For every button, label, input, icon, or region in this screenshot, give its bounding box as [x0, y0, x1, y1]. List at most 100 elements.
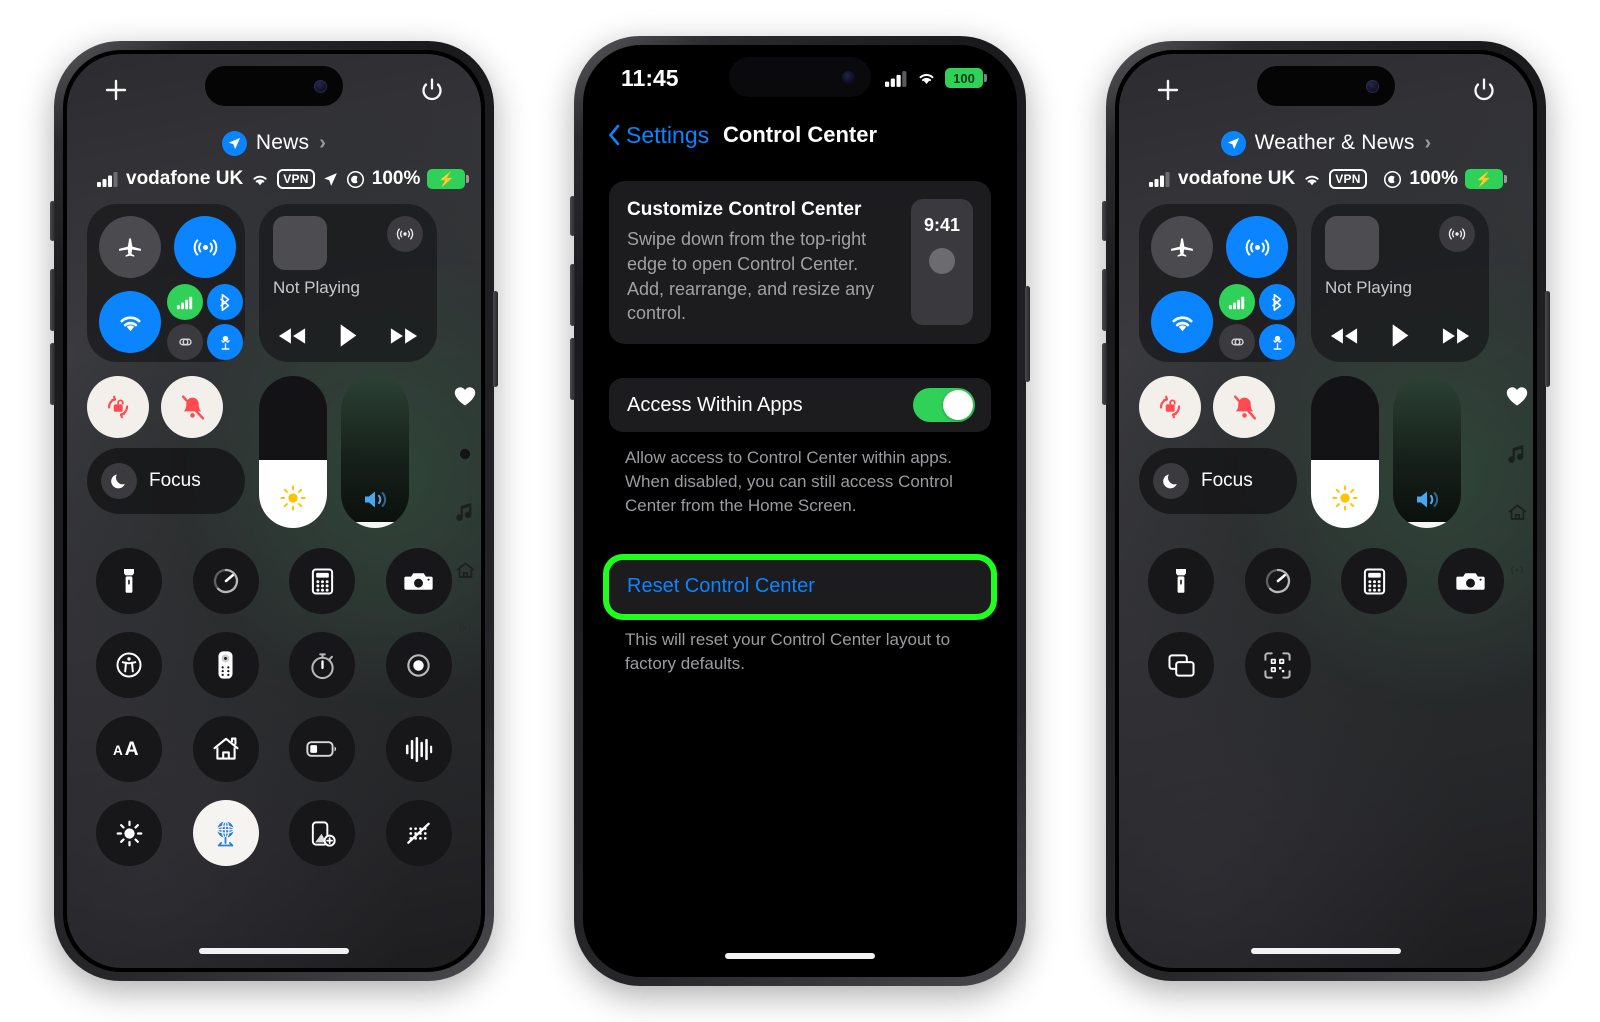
page-home[interactable] [1505, 500, 1529, 524]
focus-status-banner[interactable]: Weather & News › [1139, 126, 1513, 160]
calculator-button[interactable] [289, 548, 356, 614]
cc-sliders [259, 376, 409, 528]
timer-button[interactable] [1244, 548, 1311, 614]
home-indicator[interactable] [725, 953, 875, 959]
media-transport [273, 321, 423, 350]
camera-button[interactable] [1437, 548, 1504, 614]
page-favorites[interactable] [453, 384, 477, 408]
calculator-button[interactable] [1341, 548, 1408, 614]
airplay-icon[interactable] [387, 216, 423, 252]
brightness-slider[interactable] [1311, 376, 1379, 528]
phone-screen-right: Weather & News › vodafone UK VPN 100% ⚡ … [1119, 54, 1533, 968]
volume-down-button[interactable] [570, 338, 575, 400]
settings-control-center-screen: 11:45 100 Settings Control Center Custom… [587, 49, 1013, 973]
page-broadcast[interactable] [1505, 558, 1529, 582]
fast-forward-icon[interactable] [1439, 324, 1473, 348]
silent-mode-toggle[interactable] [1213, 376, 1275, 438]
page-home[interactable] [453, 558, 477, 582]
fast-forward-icon[interactable] [387, 324, 421, 348]
bluetooth-toggle[interactable] [1259, 284, 1295, 320]
wifi-toggle[interactable] [1151, 291, 1213, 353]
cellular-data-toggle[interactable] [167, 284, 203, 320]
page-broadcast[interactable] [453, 616, 477, 640]
wifi-toggle[interactable] [99, 291, 161, 353]
airdrop-toggle[interactable] [174, 216, 236, 278]
stopwatch-button[interactable] [289, 632, 356, 698]
play-icon[interactable] [1388, 321, 1413, 350]
add-control-button[interactable] [1153, 75, 1183, 105]
timer-button[interactable] [192, 548, 259, 614]
rewind-icon[interactable] [275, 324, 309, 348]
bluetooth-toggle[interactable] [207, 284, 243, 320]
cc-icon-grid-right [1139, 548, 1513, 698]
customize-control-center-card: Customize Control Center Swipe down from… [609, 181, 991, 345]
satellite-toggle[interactable] [207, 324, 243, 360]
rotation-lock-toggle[interactable] [1139, 376, 1201, 438]
now-playing-status: Not Playing [1325, 278, 1412, 297]
accessibility-button[interactable] [96, 632, 163, 698]
personal-hotspot-toggle[interactable] [167, 324, 203, 360]
apple-tv-remote-button[interactable] [192, 632, 259, 698]
vpn-button[interactable] [192, 800, 259, 866]
side-power-button[interactable] [493, 291, 498, 387]
satellite-toggle[interactable] [1259, 324, 1295, 360]
phone-middle: 11:45 100 Settings Control Center Custom… [570, 36, 1030, 986]
screen-mirroring-add-button[interactable] [289, 800, 356, 866]
navigation-bar: Settings Control Center [587, 107, 1013, 163]
dark-mode-button[interactable] [96, 800, 163, 866]
focus-status-banner[interactable]: News › [87, 126, 461, 160]
airplay-icon[interactable] [1439, 216, 1475, 252]
reset-control-center-label[interactable]: Reset Control Center [627, 575, 815, 598]
sound-recognition-button[interactable] [385, 716, 452, 782]
access-within-apps-row[interactable]: Access Within Apps [609, 378, 991, 433]
code-scanner-button[interactable] [1244, 632, 1311, 698]
camera-button[interactable] [385, 548, 452, 614]
play-icon[interactable] [336, 321, 361, 350]
home-button[interactable] [192, 716, 259, 782]
mute-switch[interactable] [50, 201, 55, 241]
screen-record-button[interactable] [385, 632, 452, 698]
reset-control-center-row[interactable]: Reset Control Center [603, 553, 997, 620]
volume-up-button[interactable] [50, 269, 55, 331]
volume-slider[interactable] [1393, 376, 1461, 528]
volume-down-button[interactable] [50, 343, 55, 405]
low-power-mode-button[interactable] [289, 716, 356, 782]
page-favorites[interactable] [1505, 384, 1529, 408]
rotation-lock-toggle[interactable] [87, 376, 149, 438]
silent-mode-toggle[interactable] [161, 376, 223, 438]
volume-slider[interactable] [341, 376, 409, 528]
page-connectivity[interactable] [453, 442, 477, 466]
power-off-button[interactable] [1469, 75, 1499, 105]
side-power-button[interactable] [1025, 286, 1030, 382]
home-indicator[interactable] [1251, 948, 1401, 954]
screen-mirroring-button[interactable] [1148, 632, 1215, 698]
airplane-mode-toggle[interactable] [99, 216, 161, 278]
power-off-button[interactable] [417, 75, 447, 105]
airplane-mode-toggle[interactable] [1151, 216, 1213, 278]
airdrop-toggle[interactable] [1226, 216, 1288, 278]
page-media[interactable] [1505, 442, 1529, 466]
personal-hotspot-toggle[interactable] [1219, 324, 1255, 360]
focus-label: Focus [149, 470, 201, 491]
access-within-apps-switch[interactable] [913, 388, 975, 423]
add-control-button[interactable] [101, 75, 131, 105]
side-power-button[interactable] [1545, 291, 1550, 387]
brightness-slider[interactable] [259, 376, 327, 528]
focus-toggle[interactable]: Focus [1139, 448, 1297, 514]
mute-switch[interactable] [1102, 201, 1107, 241]
flashlight-button[interactable] [96, 548, 163, 614]
cellular-data-toggle[interactable] [1219, 284, 1255, 320]
volume-down-button[interactable] [1102, 343, 1107, 405]
focus-toggle[interactable]: Focus [87, 448, 245, 514]
rewind-icon[interactable] [1327, 324, 1361, 348]
live-text-button[interactable] [385, 800, 452, 866]
page-media[interactable] [453, 500, 477, 524]
reset-footnote: This will reset your Control Center layo… [625, 629, 951, 673]
home-indicator[interactable] [199, 948, 349, 954]
text-size-button[interactable]: A A [96, 716, 163, 782]
mute-switch[interactable] [570, 196, 575, 236]
volume-up-button[interactable] [1102, 269, 1107, 331]
flashlight-button[interactable] [1148, 548, 1215, 614]
back-to-settings-button[interactable]: Settings [607, 122, 709, 149]
volume-up-button[interactable] [570, 264, 575, 326]
